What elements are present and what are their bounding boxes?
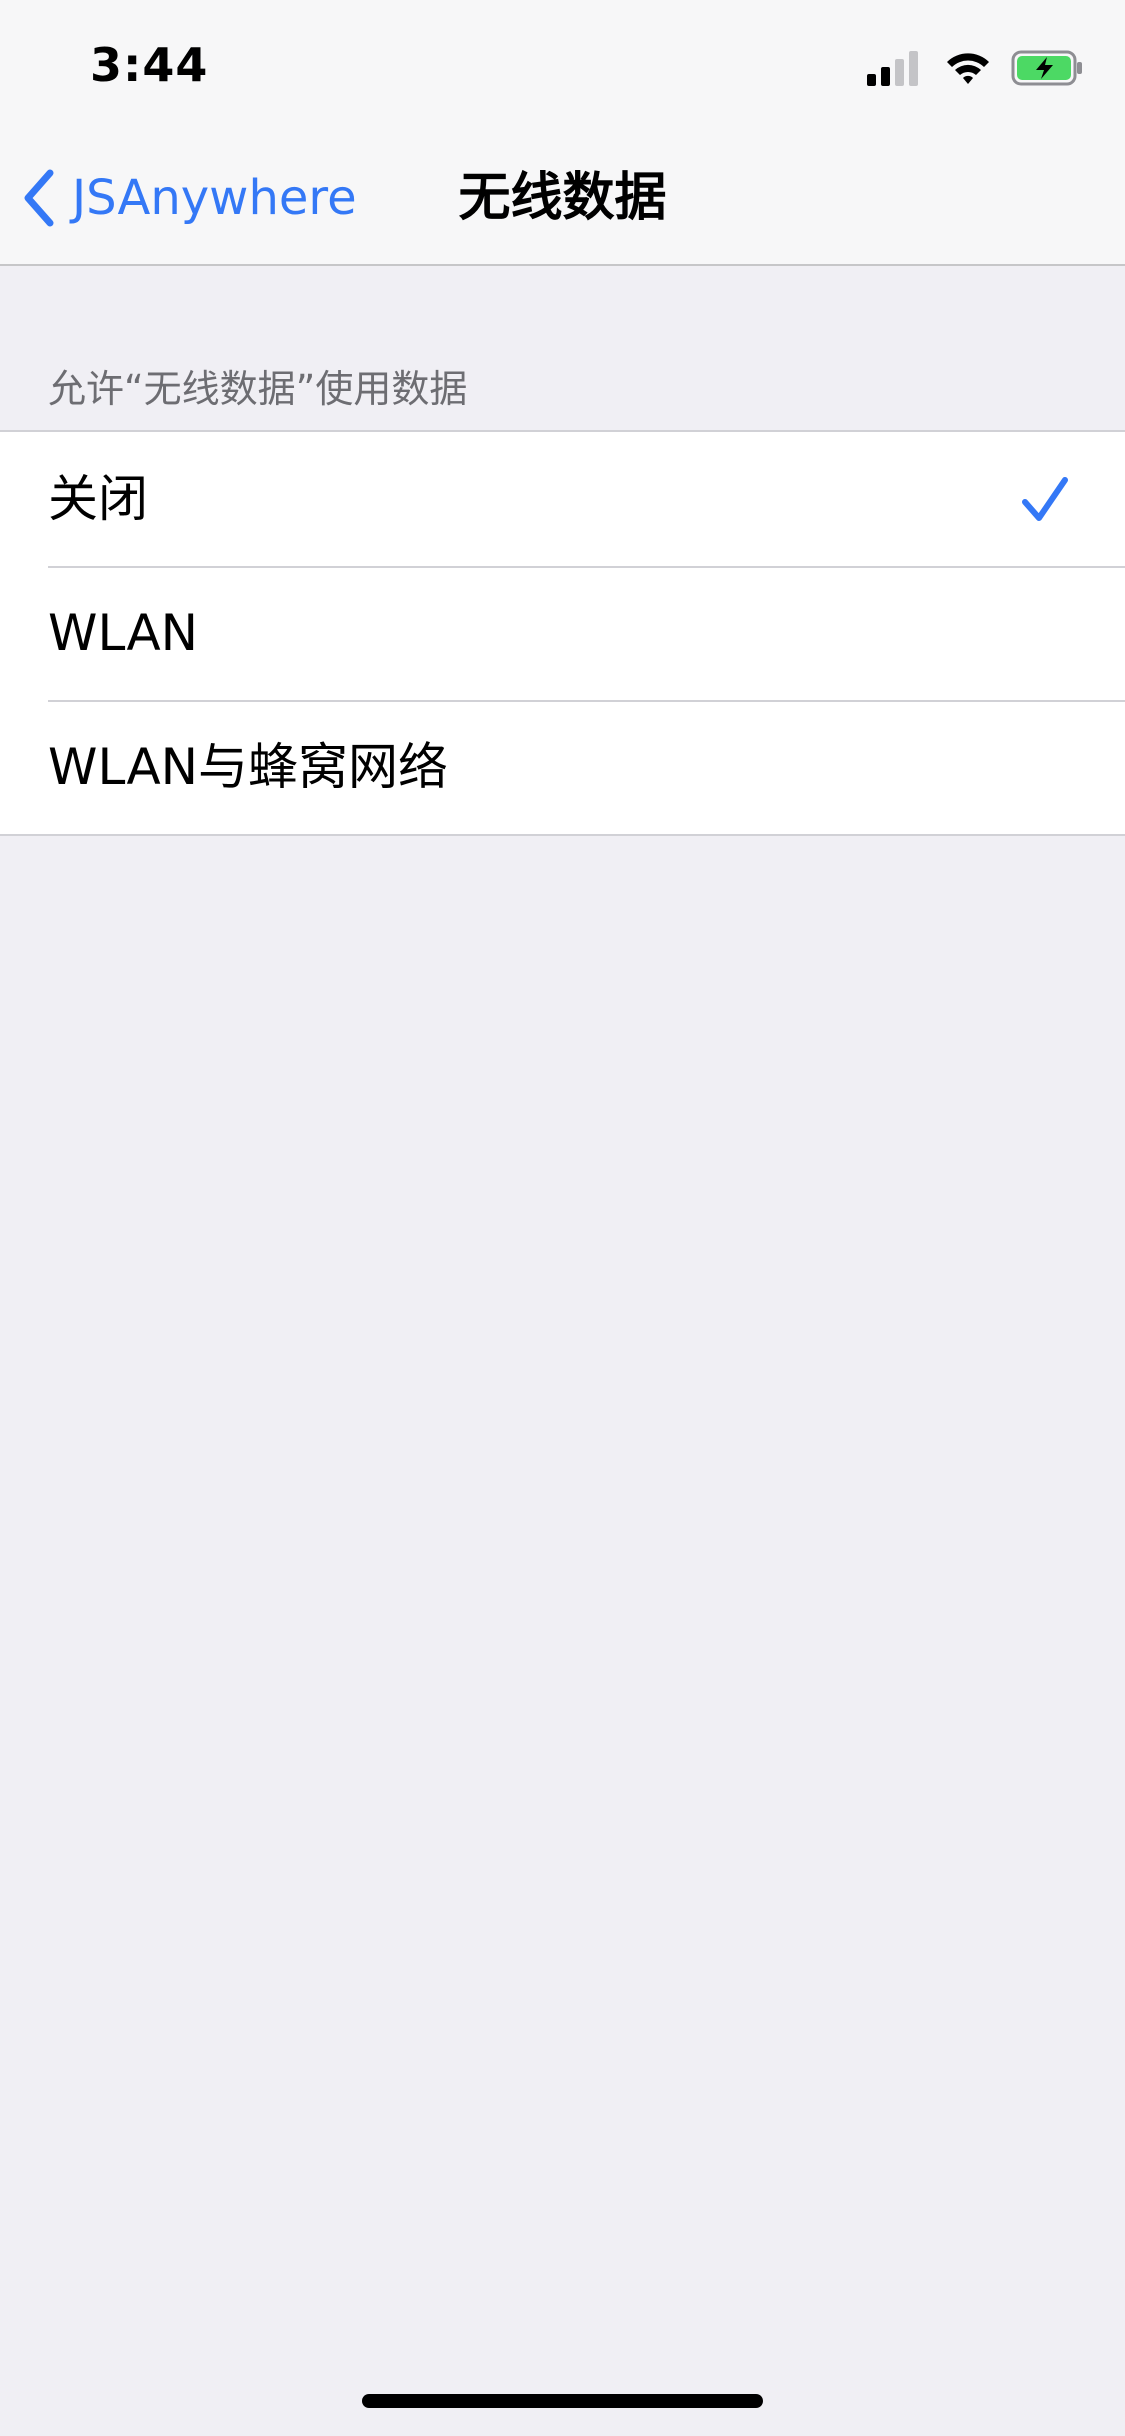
cellular-signal-icon [867, 50, 923, 86]
option-wlan-and-cellular[interactable]: WLAN与蜂窝网络 [0, 700, 1125, 834]
checkmark-icon [1022, 477, 1068, 521]
status-icons [867, 48, 1085, 88]
status-bar: 3:44 [0, 0, 1125, 130]
status-time: 3:44 [90, 38, 209, 92]
option-wlan[interactable]: WLAN [0, 566, 1125, 700]
option-label: WLAN与蜂窝网络 [48, 738, 449, 796]
option-off[interactable]: 关闭 [0, 432, 1125, 566]
wifi-icon [947, 53, 989, 84]
home-indicator[interactable] [362, 2394, 763, 2408]
section-header: 允许“无线数据”使用数据 [48, 367, 468, 411]
options-list: 关闭 WLAN WLAN与蜂窝网络 [0, 430, 1125, 836]
battery-charging-icon [1011, 50, 1082, 86]
option-label: WLAN [48, 604, 199, 662]
option-label: 关闭 [48, 470, 148, 528]
page-title: 无线数据 [458, 168, 667, 228]
navigation-bar: JSAnywhere 无线数据 [0, 130, 1125, 266]
